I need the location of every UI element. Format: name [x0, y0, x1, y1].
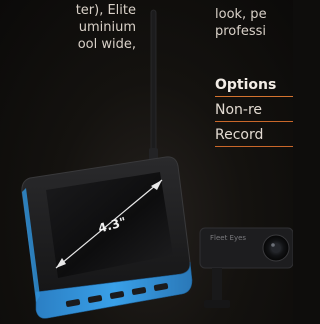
- monitor: [21, 156, 193, 319]
- product-page: ter), Elite uminium ool wide, look, pe p…: [0, 0, 293, 324]
- antenna: [149, 9, 158, 162]
- monitor-and-camera-illustration: [21, 9, 293, 319]
- camera-brand-text: Fleet Eyes: [210, 234, 247, 242]
